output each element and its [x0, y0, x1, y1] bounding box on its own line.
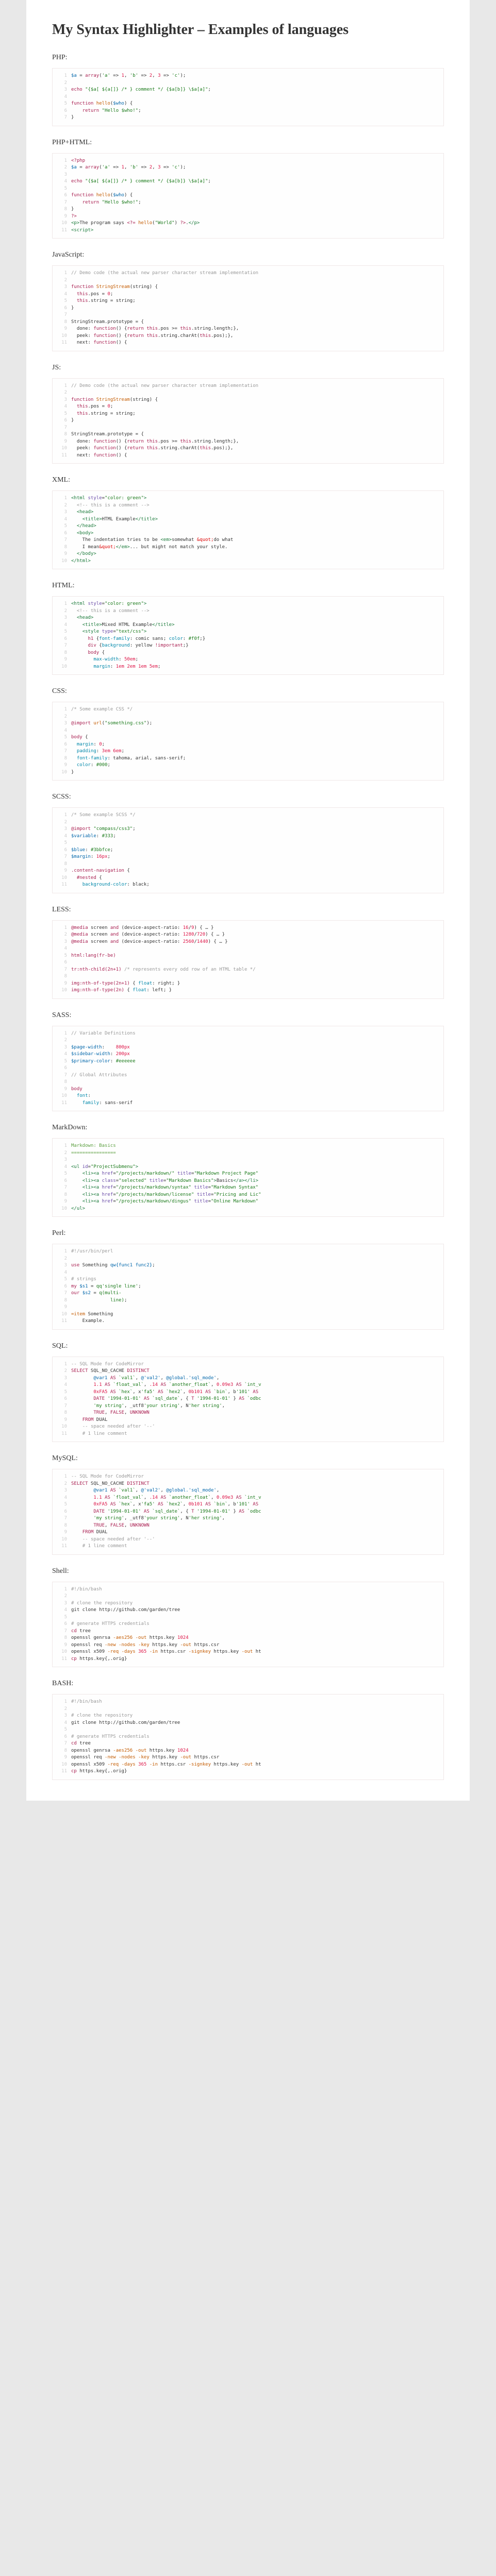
section-label: HTML:	[52, 582, 444, 590]
code-block: 1// Demo code (the actual new parser cha…	[52, 265, 444, 351]
section-label: JavaScript:	[52, 251, 444, 259]
section-label: SCSS:	[52, 793, 444, 801]
section-label: XML:	[52, 476, 444, 484]
code-block: 1<?php 2$a = array('a' => 1, 'b' => 2, 3…	[52, 153, 444, 239]
code-block: 1#!/bin/bash 2 3# clone the repository 4…	[52, 1694, 444, 1780]
page-container: My Syntax Highlighter – Examples of lang…	[26, 0, 470, 1801]
code-block: 1#!/usr/bin/perl 2 3use Something qw{fun…	[52, 1244, 444, 1330]
section-label: MarkDown:	[52, 1124, 444, 1132]
section-label: SQL:	[52, 1342, 444, 1350]
code-block: 1-- SQL Mode for CodeMirror 2SELECT SQL_…	[52, 1469, 444, 1555]
section-label: LESS:	[52, 906, 444, 914]
section-label: Perl:	[52, 1229, 444, 1238]
section-label: JS:	[52, 364, 444, 372]
section-label: BASH:	[52, 1680, 444, 1688]
section-label: Shell:	[52, 1567, 444, 1575]
code-block: 1@media screen and (device-aspect-ratio:…	[52, 920, 444, 999]
page-title: My Syntax Highlighter – Examples of lang…	[52, 21, 444, 39]
code-block: 1// Variable Definitions 2 3$page-width:…	[52, 1026, 444, 1112]
section-label: MySQL:	[52, 1454, 444, 1463]
code-block: 1<html style="color: green"> 2 <!-- this…	[52, 490, 444, 569]
section-label: PHP:	[52, 54, 444, 62]
code-block: 1/* Some example CSS */ 2 3@import url("…	[52, 702, 444, 781]
code-block: 1$a = array('a' => 1, 'b' => 2, 3 => 'c'…	[52, 68, 444, 126]
code-block: 1// Demo code (the actual new parser cha…	[52, 378, 444, 464]
sections-container: PHP: 1$a = array('a' => 1, 'b' => 2, 3 =>…	[52, 54, 444, 1780]
code-block: 1#!/bin/bash 2 3# clone the repository 4…	[52, 1582, 444, 1668]
section-label: PHP+HTML:	[52, 139, 444, 147]
section-label: CSS:	[52, 687, 444, 696]
code-block: 1Markdown: Basics 2================ 3 4<…	[52, 1138, 444, 1217]
code-block: 1<html style="color: green"> 2 <!-- this…	[52, 596, 444, 675]
code-block: 1-- SQL Mode for CodeMirror 2SELECT SQL_…	[52, 1357, 444, 1443]
section-label: SASS:	[52, 1011, 444, 1020]
code-block: 1/* Some example SCSS */ 2 3@import "com…	[52, 807, 444, 893]
